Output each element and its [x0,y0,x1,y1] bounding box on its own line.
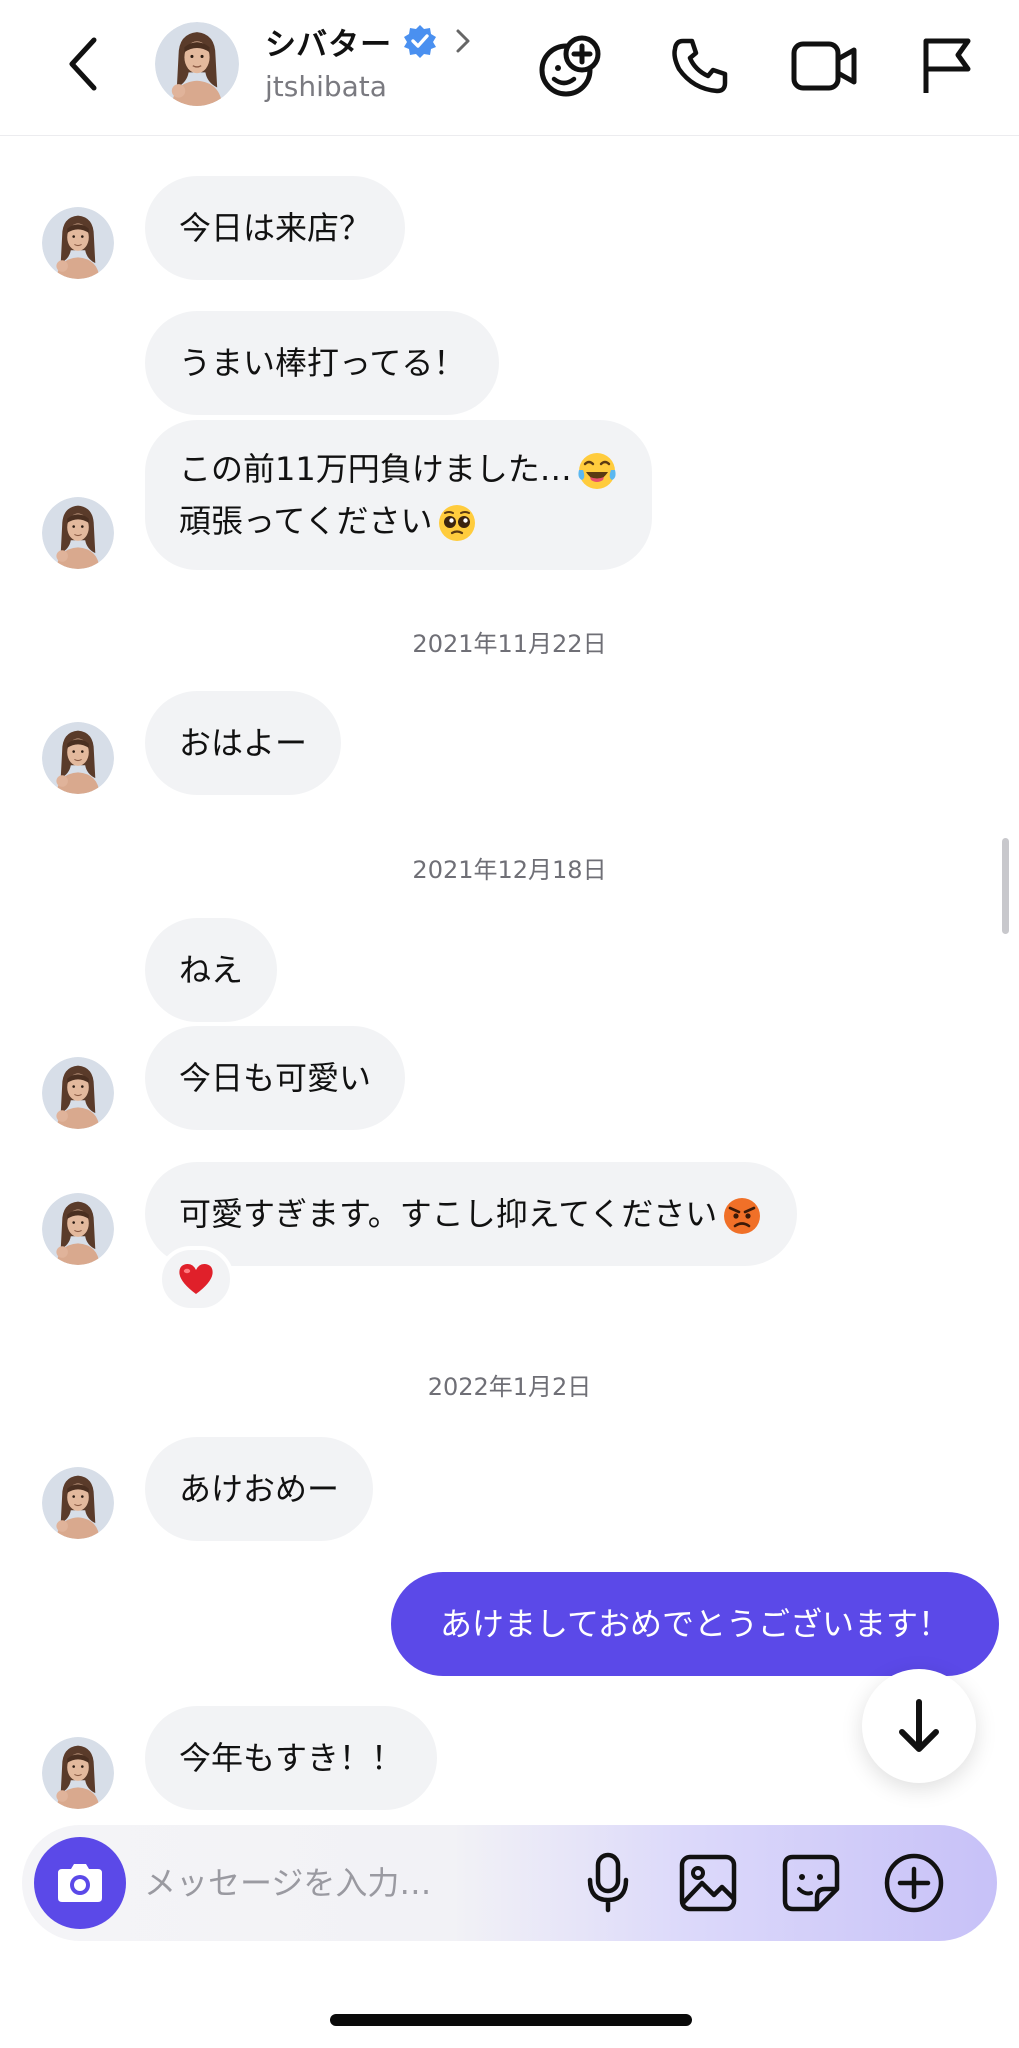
camera-button[interactable] [34,1837,126,1929]
message-text: あけおめー [179,1470,340,1508]
microphone-icon [587,1852,629,1913]
message-composer [22,1825,997,1941]
message-bubble[interactable]: うまい棒打ってる！ [145,311,500,415]
message-bubble[interactable]: おはよー [145,691,342,795]
sender-avatar[interactable] [42,1467,114,1539]
more-options-button[interactable] [878,1847,950,1919]
tears-of-joy-emoji-icon [578,453,616,489]
contact-username: jtshibata [265,70,387,103]
message-input[interactable] [144,1857,444,1909]
chevron-right-icon [456,29,470,53]
gallery-button[interactable] [672,1847,744,1919]
arrow-down-icon [899,1699,939,1752]
sender-avatar[interactable] [42,1737,114,1809]
message-text: 頑張ってください [179,502,433,540]
message-bubble[interactable]: この前11万円負けました… 頑張ってください [145,420,652,570]
message-text: あけましておめでとうございます！ [439,1605,951,1643]
date-separator: 2022年1月2日 [427,1373,592,1401]
message-text: ねえ [179,951,244,989]
pleading-face-emoji-icon [439,505,476,541]
sender-avatar[interactable] [42,1193,114,1265]
video-camera-icon [791,41,857,91]
chat-header: シバター jtshibata [0,0,1019,136]
game-face-plus-icon [539,35,601,97]
report-button[interactable] [906,26,986,106]
scrollbar[interactable] [1002,838,1009,934]
video-call-button[interactable] [782,26,868,106]
sender-avatar[interactable] [42,207,114,279]
home-indicator [330,2014,692,2026]
contact-name-row[interactable]: シバター [265,16,474,66]
chevron-left-icon [69,37,97,91]
message-line: 可愛すぎます。すこし抑えてください [179,1188,763,1240]
scroll-to-bottom-button[interactable] [862,1669,976,1783]
message-text: 今日も可愛い [179,1059,372,1097]
plus-circle-icon [884,1853,944,1913]
message-reaction[interactable] [158,1246,234,1312]
outgoing-message-bubble[interactable]: あけましておめでとうございます！ [391,1572,999,1676]
message-text: 可愛すぎます。すこし抑えてください [179,1195,718,1233]
red-heart-icon [179,1263,213,1294]
sender-avatar[interactable] [42,497,114,569]
angry-face-emoji-icon [724,1198,761,1234]
voice-message-button[interactable] [572,1847,644,1919]
message-line: この前11万円負けました… [179,443,618,495]
contact-name: シバター [265,26,393,63]
message-bubble[interactable]: 可愛すぎます。すこし抑えてください [145,1162,798,1266]
message-bubble[interactable]: 今日も可愛い [145,1026,406,1130]
message-bubble[interactable]: あけおめー [145,1437,374,1541]
message-bubble[interactable]: 今日は来店？ [145,176,406,280]
flag-icon [923,38,971,93]
sticker-button[interactable] [775,1847,847,1919]
date-separator: 2021年11月22日 [412,630,607,658]
verified-badge-icon [404,25,437,58]
voice-call-button[interactable] [660,26,740,106]
image-icon [679,1854,737,1912]
game-button[interactable] [530,26,610,106]
message-text: うまい棒打ってる！ [179,344,466,382]
message-text: おはよー [179,724,308,762]
message-bubble[interactable]: ねえ [145,918,278,1022]
camera-icon [58,1864,102,1902]
date-separator: 2021年12月18日 [412,856,607,884]
sticker-icon [782,1854,840,1912]
message-text: この前11万円負けました… [179,450,572,488]
phone-icon [672,38,728,94]
message-line: 頑張ってください [179,495,618,547]
message-text: 今日は来店？ [179,209,372,247]
sender-avatar[interactable] [42,722,114,794]
contact-avatar[interactable] [155,22,239,106]
message-text: 今年もすき！！ [179,1739,404,1777]
message-bubble[interactable]: 今年もすき！！ [145,1706,438,1810]
back-button[interactable] [52,28,112,100]
sender-avatar[interactable] [42,1057,114,1129]
